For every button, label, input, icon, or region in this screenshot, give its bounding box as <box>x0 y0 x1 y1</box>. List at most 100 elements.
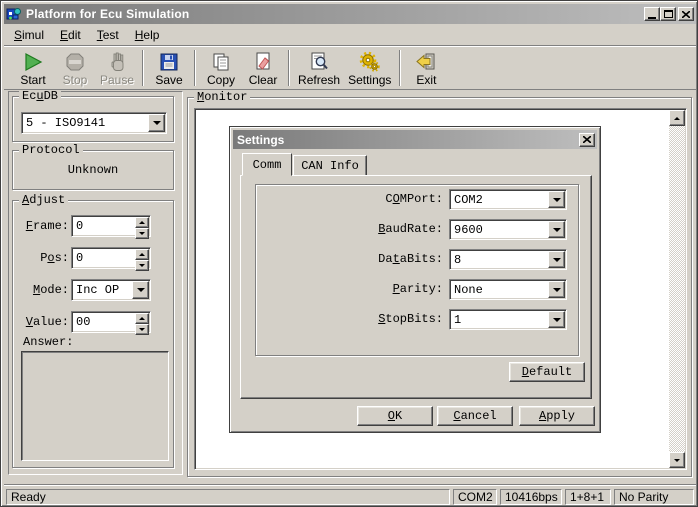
comm-tab-page: COMPort: COM2 BaudRate: 9600 DataBits: 8… <box>240 175 592 399</box>
minimize-button[interactable] <box>644 7 660 21</box>
toolbar-refresh-button[interactable]: Refresh <box>294 48 344 88</box>
comport-value: COM2 <box>454 190 483 209</box>
databits-label: DataBits: <box>255 249 443 270</box>
close-button[interactable] <box>678 7 694 21</box>
ecudb-dropdown[interactable]: 5 - ISO9141 <box>21 112 167 134</box>
toolbar-pause-button: Pause <box>96 48 138 88</box>
app-icon <box>6 6 22 22</box>
toolbar-stop-button: Stop <box>54 48 96 88</box>
comport-dropdown[interactable]: COM2 <box>449 189 567 210</box>
settings-close-button[interactable] <box>579 133 595 147</box>
frame-spin-down[interactable] <box>135 228 149 239</box>
adjust-group: Adjust Frame: 0 Pos: 0 Mode: Inc OP Valu… <box>12 200 174 468</box>
parity-label: Parity: <box>255 279 443 300</box>
status-baudrate: 10416bps <box>500 489 562 505</box>
value-value: 00 <box>76 312 90 332</box>
chevron-down-icon <box>137 288 145 296</box>
stopbits-dropdown[interactable]: 1 <box>449 309 567 330</box>
settings-dialog-title: Settings <box>237 133 284 147</box>
toolbar-start-button[interactable]: Start <box>12 48 54 88</box>
toolbar-copy-label: Copy <box>207 74 235 86</box>
status-parity: No Parity <box>614 489 694 505</box>
settings-dialog: Settings Comm CAN Info COMPort: COM2 Bau… <box>229 126 601 433</box>
baudrate-dropdown[interactable]: 9600 <box>449 219 567 240</box>
pos-input[interactable]: 0 <box>71 247 151 269</box>
toolbar-clear-button[interactable]: Clear <box>242 48 284 88</box>
toolbar-separator <box>194 50 196 86</box>
mode-label: Mode: <box>15 279 69 301</box>
control-panel: EcuDB 5 - ISO9141 Protocol Unknown Adjus… <box>8 91 183 475</box>
toolbar-separator <box>399 50 401 86</box>
toolbar-copy-button[interactable]: Copy <box>200 48 242 88</box>
parity-dropdown-button[interactable] <box>548 281 565 298</box>
save-icon <box>158 51 180 73</box>
default-button[interactable]: Default <box>509 362 585 382</box>
mode-dropdown[interactable]: Inc OP <box>71 279 151 301</box>
ecudb-group: EcuDB 5 - ISO9141 <box>12 96 174 142</box>
value-input[interactable]: 00 <box>71 311 151 333</box>
frame-input[interactable]: 0 <box>71 215 151 237</box>
menu-simul[interactable]: Simul <box>6 26 52 44</box>
pos-spin-down[interactable] <box>135 260 149 271</box>
maximize-button[interactable] <box>660 7 676 21</box>
monitor-scrollbar[interactable] <box>669 110 685 468</box>
maximize-icon <box>664 10 673 18</box>
frame-spin-up[interactable] <box>135 217 149 228</box>
baudrate-label: BaudRate: <box>255 219 443 240</box>
value-spin-up[interactable] <box>135 313 149 324</box>
tab-comm[interactable]: Comm <box>242 153 292 176</box>
baudrate-dropdown-button[interactable] <box>548 221 565 238</box>
menu-bar: Simul Edit Test Help <box>4 25 696 45</box>
menu-help[interactable]: Help <box>127 26 168 44</box>
exit-icon <box>415 51 437 73</box>
toolbar-stop-label: Stop <box>63 74 88 86</box>
tab-can-info[interactable]: CAN Info <box>293 155 367 176</box>
scroll-down-button[interactable] <box>669 452 685 468</box>
cancel-button[interactable]: Cancel <box>437 406 513 426</box>
status-bar: Ready COM2 10416bps 1+8+1 No Parity <box>4 484 696 505</box>
parity-value: None <box>454 280 483 299</box>
ecudb-group-label: EcuDB <box>19 90 61 103</box>
pos-label: Pos: <box>15 247 69 269</box>
frame-label: Frame: <box>15 215 69 237</box>
toolbar-settings-button[interactable]: Settings <box>344 48 395 88</box>
databits-dropdown[interactable]: 8 <box>449 249 567 270</box>
value-spin-down[interactable] <box>135 324 149 335</box>
chevron-down-icon <box>553 228 561 236</box>
databits-value: 8 <box>454 250 461 269</box>
stopbits-dropdown-button[interactable] <box>548 311 565 328</box>
value-label: Value: <box>15 311 69 333</box>
menu-edit[interactable]: Edit <box>52 26 89 44</box>
status-comport: COM2 <box>453 489 497 505</box>
chevron-down-icon <box>153 121 161 129</box>
apply-button[interactable]: Apply <box>519 406 595 426</box>
toolbar-refresh-label: Refresh <box>298 74 340 86</box>
mode-dropdown-button[interactable] <box>132 281 149 299</box>
toolbar-save-button[interactable]: Save <box>148 48 190 88</box>
parity-dropdown[interactable]: None <box>449 279 567 300</box>
databits-dropdown-button[interactable] <box>548 251 565 268</box>
toolbar-start-label: Start <box>20 74 45 86</box>
settings-dialog-titlebar[interactable]: Settings <box>233 130 597 149</box>
toolbar-separator <box>288 50 290 86</box>
scroll-up-button[interactable] <box>669 110 685 126</box>
refresh-icon <box>308 51 330 73</box>
window-titlebar[interactable]: Platform for Ecu Simulation <box>4 4 696 24</box>
menu-test[interactable]: Test <box>89 26 127 44</box>
arrow-up-icon <box>674 114 680 120</box>
chevron-down-icon <box>553 258 561 266</box>
arrow-up-icon <box>139 218 145 224</box>
arrow-down-icon <box>139 328 145 334</box>
status-message: Ready <box>6 489 450 505</box>
toolbar-exit-button[interactable]: Exit <box>405 48 447 88</box>
comport-dropdown-button[interactable] <box>548 191 565 208</box>
answer-label: Answer: <box>23 335 73 349</box>
chevron-down-icon <box>553 318 561 326</box>
toolbar-pause-label: Pause <box>100 74 134 86</box>
main-window: Platform for Ecu Simulation Simul Edit T… <box>0 0 698 507</box>
ecudb-dropdown-button[interactable] <box>148 114 165 132</box>
ecudb-dropdown-value: 5 - ISO9141 <box>26 113 105 133</box>
arrow-down-icon <box>139 232 145 238</box>
pos-spin-up[interactable] <box>135 249 149 260</box>
ok-button[interactable]: OK <box>357 406 433 426</box>
